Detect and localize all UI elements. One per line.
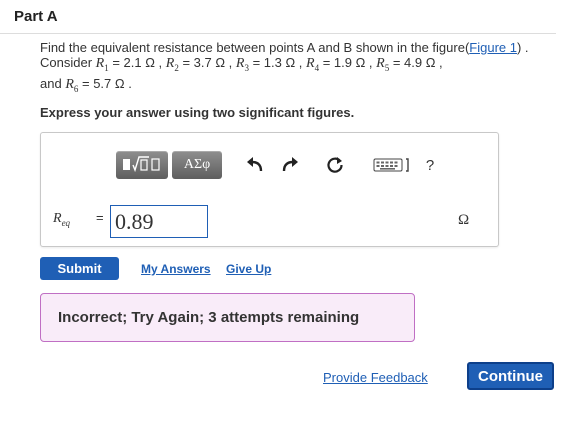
figure-link[interactable]: Figure 1 [469,40,517,55]
resistor-value: = 2.1 Ω , [108,55,166,70]
continue-button[interactable]: Continue [467,362,554,390]
resistor-symbol: R4 [306,56,320,73]
resistor-symbol: R3 [235,56,249,73]
question-prefix: Find the equivalent resistance between p… [40,40,470,55]
part-title: Part A [14,8,58,25]
answer-unit: Ω [458,212,470,228]
answer-variable: Req [53,211,71,228]
resistor-value: = 3.7 Ω , [178,55,236,70]
help-icon[interactable]: ? [419,155,441,175]
question-and: and [40,75,66,91]
question-text: Find the equivalent resistance between p… [40,40,560,97]
feedback-text: Incorrect; Try Again; 3 attempts remaini… [58,309,360,326]
undo-icon[interactable] [244,155,266,175]
resistor-value: = 5.7 Ω . [78,75,132,91]
feedback-message: Incorrect; Try Again; 3 attempts remaini… [40,293,415,342]
resistor-value: = 1.3 Ω , [248,55,307,70]
symbols-button[interactable]: ΑΣφ [172,151,222,179]
templates-button[interactable] [116,151,168,179]
provide-feedback-link[interactable]: Provide Feedback [323,370,428,385]
submit-button[interactable]: Submit [40,257,119,280]
resistor-symbol: R2 [165,56,179,73]
resistor-value: = 4.9 Ω , [389,55,443,70]
instruction: Express your answer using two significan… [40,105,355,120]
give-up-link[interactable]: Give Up [226,262,271,276]
answer-input[interactable]: 0.89 [110,205,208,238]
resistor-value: = 1.9 Ω , [319,55,377,70]
answer-box: ΑΣφ ? Req = 0.89 Ω [40,132,499,247]
divider [0,33,556,34]
templates-icon [122,155,162,176]
reset-icon[interactable] [324,155,346,175]
keyboard-icon[interactable] [372,155,412,175]
equals-sign: = [96,210,104,225]
resistor-symbol: R6 [65,76,79,94]
my-answers-link[interactable]: My Answers [141,262,211,276]
resistor-symbol: R1 [95,56,109,73]
redo-icon[interactable] [279,155,301,175]
resistor-symbol: R5 [376,56,390,73]
page: Part A Find the equivalent resistance be… [0,0,569,437]
